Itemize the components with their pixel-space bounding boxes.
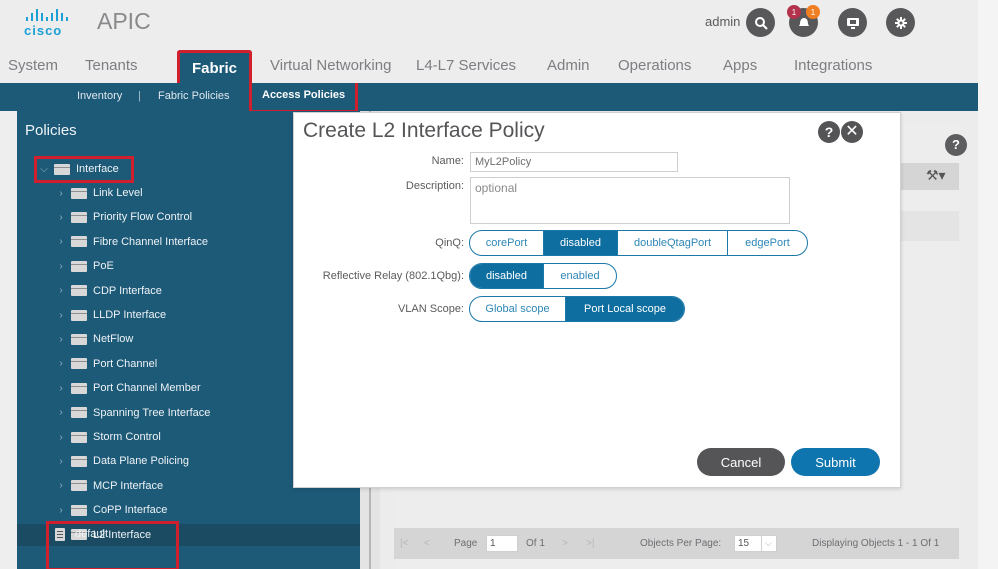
folder-icon [71,309,87,321]
relay-option-enabled[interactable]: enabled [544,264,616,288]
per-page-select[interactable]: 15 [734,535,762,552]
reflective-relay-selector: disabled enabled [469,263,617,289]
tree-item-copp-interface[interactable]: › CoPP Interface [17,499,360,521]
folder-icon [71,480,87,492]
help-icon[interactable]: ? [945,134,967,156]
folder-icon [71,260,87,272]
folder-icon [71,382,87,394]
app-title: APIC [97,8,151,34]
folder-icon [71,285,87,297]
folder-icon [71,407,87,419]
folder-icon [71,431,87,443]
main-nav: System Tenants Fabric Virtual Networking… [0,50,978,83]
folder-icon [71,187,87,199]
window-edge [978,0,998,569]
chevron-down-icon[interactable]: ⌵ [761,535,777,552]
settings-icon[interactable] [886,8,915,37]
page-input[interactable]: 1 [486,535,518,552]
tab-tenants[interactable]: Tenants [85,57,138,74]
tab-virtual-networking[interactable]: Virtual Networking [270,57,391,74]
tools-icon[interactable]: ⚒▾ [926,167,946,184]
last-page-button[interactable]: >| [586,538,594,549]
description-input[interactable]: optional [470,177,790,224]
tab-l4-l7-services[interactable]: L4-L7 Services [416,57,516,74]
screen-icon[interactable] [838,8,867,37]
per-page-label: Objects Per Page: [640,538,722,549]
qinq-label: QinQ: [435,237,464,249]
folder-icon [71,333,87,345]
chevron-right-icon[interactable]: › [55,212,67,223]
description-label: Description: [405,180,464,192]
vlan-scope-label: VLAN Scope: [397,303,464,315]
folder-icon [71,504,87,516]
vlan-option-global-scope[interactable]: Global scope [470,297,566,321]
tab-apps[interactable]: Apps [723,57,757,74]
chevron-right-icon[interactable]: › [55,480,67,491]
critical-badge: 1 [787,5,801,19]
chevron-right-icon[interactable]: › [55,456,67,467]
close-icon[interactable]: ✕ [841,121,863,143]
vlan-option-port-local-scope[interactable]: Port Local scope [566,297,684,321]
cancel-button[interactable]: Cancel [697,448,785,476]
page-label: Page [454,538,478,549]
chevron-right-icon[interactable]: › [55,432,67,443]
tab-system[interactable]: System [8,57,58,74]
highlight-l2-interface [46,521,179,569]
chevron-right-icon[interactable]: › [55,505,67,516]
create-l2-interface-policy-dialog: Create L2 Interface Policy ? ✕ Name: MyL… [293,112,901,488]
cisco-logo: cisco [24,9,74,39]
chevron-right-icon[interactable]: › [55,188,67,199]
submit-button[interactable]: Submit [791,448,880,476]
qinq-option-edgeport[interactable]: edgePort [728,231,807,255]
sub-nav: Inventory | Fabric Policies | Access Pol… [0,83,978,113]
subtab-inventory[interactable]: Inventory [77,90,122,102]
tab-integrations[interactable]: Integrations [794,57,872,74]
vlan-scope-selector: Global scope Port Local scope [469,296,685,322]
qinq-option-doubleqtagport[interactable]: doubleQtagPort [618,231,728,255]
qinq-option-coreport[interactable]: corePort [470,231,544,255]
folder-icon [71,236,87,248]
pagination-bar: |< < Page 1 Of 1 > >| Objects Per Page: … [394,528,959,559]
tab-fabric[interactable]: Fabric [177,50,253,83]
help-icon[interactable]: ? [818,121,840,143]
chevron-right-icon[interactable]: › [55,310,67,321]
chevron-right-icon[interactable]: › [55,334,67,345]
top-header: cisco APIC admin 1 1 [0,0,978,50]
folder-icon [71,455,87,467]
relay-option-disabled[interactable]: disabled [470,264,544,288]
qinq-selector: corePort disabled doubleQtagPort edgePor… [469,230,808,256]
chevron-right-icon[interactable]: › [55,383,67,394]
user-name[interactable]: admin [705,14,740,29]
chevron-right-icon[interactable]: › [55,261,67,272]
subtab-fabric-policies[interactable]: Fabric Policies [158,90,230,102]
chevron-right-icon[interactable]: › [55,236,67,247]
warning-badge: 1 [806,5,820,19]
first-page-button[interactable]: |< [400,538,408,549]
apic-screen: cisco APIC admin 1 1 System Tenants Fabr… [0,0,978,569]
name-input[interactable]: MyL2Policy [470,152,678,172]
subtab-access-policies[interactable]: Access Policies [249,83,359,113]
chevron-right-icon[interactable]: › [55,407,67,418]
page-of-label: Of 1 [526,538,545,549]
reflective-relay-label: Reflective Relay (802.1Qbg): [322,270,464,282]
highlight-interface [34,156,134,183]
name-label: Name: [431,155,464,167]
alerts-icon[interactable]: 1 1 [787,5,820,37]
prev-page-button[interactable]: < [424,538,430,549]
subnav-separator: | [138,90,141,102]
chevron-right-icon[interactable]: › [55,358,67,369]
tab-admin[interactable]: Admin [547,57,590,74]
next-page-button[interactable]: > [562,538,568,549]
dialog-title: Create L2 Interface Policy [303,119,545,142]
folder-icon [71,358,87,370]
display-count: Displaying Objects 1 - 1 Of 1 [812,538,940,549]
tab-operations[interactable]: Operations [618,57,691,74]
folder-icon [71,211,87,223]
search-icon[interactable] [746,8,775,37]
chevron-right-icon[interactable]: › [55,285,67,296]
qinq-option-disabled[interactable]: disabled [544,231,618,255]
sidebar-title: Policies [25,122,77,139]
